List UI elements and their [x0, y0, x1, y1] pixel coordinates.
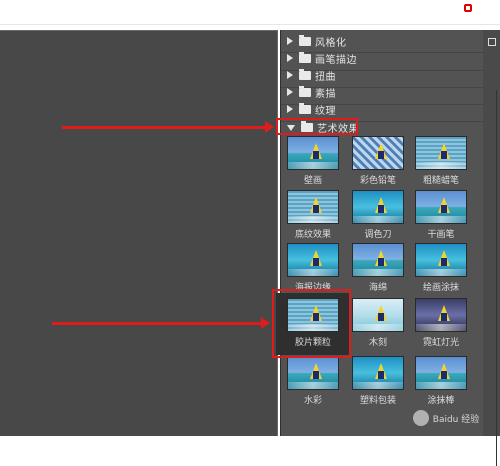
filter-thumbnail — [352, 243, 404, 277]
folder-texture[interactable]: 纹理 — [281, 100, 484, 118]
filter-thumbnail — [287, 190, 339, 224]
filter-label: 彩色铅笔 — [359, 176, 396, 186]
filter-thumbnail — [352, 356, 404, 390]
filter-label: 干画笔 — [427, 230, 455, 240]
folder-icon — [299, 34, 311, 46]
filter-thumbnail — [287, 243, 339, 277]
filter-thumbnail — [352, 136, 404, 170]
top-window-bar — [0, 0, 500, 29]
right-panel-strip — [483, 30, 500, 466]
divider — [0, 24, 500, 25]
filter-thumbnail — [287, 356, 339, 390]
folder-icon — [299, 51, 311, 63]
folder-stylize[interactable]: 风格化 — [281, 32, 484, 50]
filter-thumbnail — [287, 136, 339, 170]
annotation-box-film-grain — [272, 289, 351, 358]
filter-thumbnail — [415, 243, 467, 277]
filter-fresco[interactable]: 壁画 — [283, 136, 343, 186]
annotation-box-artistic-folder — [276, 118, 358, 135]
collapse-triangle-icon — [287, 37, 293, 45]
folder-label: 画笔描边 — [315, 54, 357, 66]
filter-thumbnail — [415, 136, 467, 170]
filter-label: 底纹效果 — [294, 230, 331, 240]
filter-label: 水彩 — [303, 396, 322, 406]
baidu-watermark-logo: Baidu 经验 — [400, 408, 492, 428]
filter-label: 调色刀 — [364, 230, 392, 240]
folder-icon — [299, 102, 311, 114]
filter-underpainting[interactable]: 底纹效果 — [283, 190, 343, 240]
filter-watercolor[interactable]: 水彩 — [283, 356, 343, 406]
filter-smudge-stick[interactable]: 涂抹棒 — [411, 356, 471, 406]
watermark-text: Baidu 经验 — [432, 414, 480, 425]
filter-dry-brush[interactable]: 干画笔 — [411, 190, 471, 240]
close-icon[interactable] — [464, 4, 472, 12]
collapse-triangle-icon — [287, 71, 293, 79]
filter-label: 涂抹棒 — [427, 396, 455, 406]
filter-thumbnail — [352, 190, 404, 224]
filter-neon-glow[interactable]: 霓虹灯光 — [411, 298, 471, 348]
filter-paint-daubs[interactable]: 绘画涂抹 — [411, 243, 471, 293]
annotation-arrow-icon — [52, 317, 270, 329]
folder-distort[interactable]: 扭曲 — [281, 66, 484, 84]
filter-label: 壁画 — [303, 176, 322, 186]
filter-plastic-wrap[interactable]: 塑料包装 — [348, 356, 408, 406]
filter-label: 塑料包装 — [359, 396, 396, 406]
filter-poster-edges[interactable]: 海报边缘 — [283, 243, 343, 293]
annotation-arrow-icon — [62, 121, 274, 133]
folder-brush-strokes[interactable]: 画笔描边 — [281, 49, 484, 67]
filter-sponge[interactable]: 海绵 — [348, 243, 408, 293]
filter-label: 粗糙蜡笔 — [422, 176, 459, 186]
filter-label: 霓虹灯光 — [422, 338, 459, 348]
filter-label: 海绵 — [368, 283, 387, 293]
filter-colored-pencil[interactable]: 彩色铅笔 — [348, 136, 408, 186]
filter-rough-pastels[interactable]: 粗糙蜡笔 — [411, 136, 471, 186]
filter-palette-knife[interactable]: 调色刀 — [348, 190, 408, 240]
checkbox-icon[interactable] — [488, 38, 496, 46]
collapse-triangle-icon — [287, 105, 293, 113]
filter-thumbnail — [415, 190, 467, 224]
filter-cutout[interactable]: 木刻 — [348, 298, 408, 348]
collapse-triangle-icon — [287, 88, 293, 96]
folder-label: 扭曲 — [315, 71, 336, 83]
folder-icon — [299, 68, 311, 80]
divider — [496, 90, 497, 466]
filter-thumbnail — [415, 298, 467, 332]
folder-label: 纹理 — [315, 105, 336, 117]
folder-sketch[interactable]: 素描 — [281, 83, 484, 101]
folder-icon — [299, 85, 311, 97]
collapse-triangle-icon — [287, 54, 293, 62]
filter-label: 木刻 — [368, 338, 387, 348]
filter-label: 绘画涂抹 — [422, 283, 459, 293]
paw-icon — [412, 410, 429, 426]
folder-label: 风格化 — [315, 37, 347, 49]
filter-thumbnail — [352, 298, 404, 332]
image-preview-area — [0, 30, 278, 436]
filter-thumbnail — [415, 356, 467, 390]
folder-label: 素描 — [315, 88, 336, 100]
